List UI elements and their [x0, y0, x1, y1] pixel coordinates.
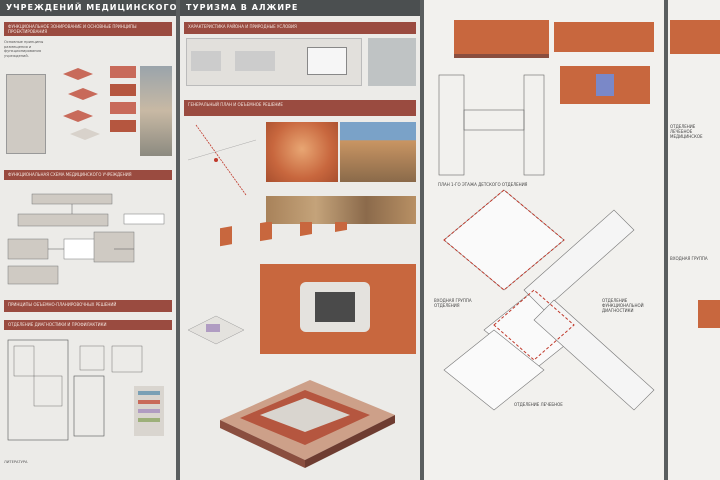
sheet-panel-2: ТУРИЗМА В АЛЖИРЕ ХАРАКТЕРИСТИКА РАЙОНА И…	[180, 0, 420, 480]
sheet-panel-3: ПЛАН 1-ГО ЭТАЖА ДЕТСКОГО ОТДЕЛЕНИЯ ВХОДН…	[424, 0, 664, 480]
photo-column	[6, 74, 46, 154]
site-plan	[260, 264, 416, 354]
sheet-panel-4: ОТДЕЛЕНИЕ ЛЕЧЕБНОЕ МЕДИЦИНСКОЕ ВХОДНАЯ Г…	[668, 0, 720, 480]
facade-color	[560, 66, 650, 104]
floor-plan-large	[443, 189, 655, 411]
axon-small	[186, 310, 246, 350]
site-photo	[368, 38, 416, 86]
functional-scheme	[7, 193, 165, 285]
label-right-1: ОТДЕЛЕНИЕ ЛЕЧЕБНОЕ МЕДИЦИНСКОЕ	[670, 124, 703, 139]
elevation-right	[670, 20, 720, 54]
label-right-2: ВХОДНАЯ ГРУППА	[670, 256, 708, 261]
region-map	[187, 124, 257, 196]
photo-strip	[266, 196, 416, 224]
label-entrance: ВХОДНАЯ ГРУППА ОТДЕЛЕНИЯ	[434, 298, 472, 308]
caption-text: ЛИТЕРАТУРА	[4, 460, 28, 464]
axonometric-diagram	[63, 68, 100, 140]
elevation-main	[454, 20, 549, 58]
elevation-side	[554, 22, 654, 52]
panel-2-header: ТУРИЗМА В АЛЖИРЕ	[180, 0, 420, 16]
facade-fragment	[698, 300, 720, 328]
city-map	[266, 122, 338, 182]
section-bar-4: ОТДЕЛЕНИЕ ДИАГНОСТИКИ И ПРОФИЛАКТИКИ	[4, 320, 172, 330]
photo-grid	[140, 66, 172, 156]
flow-diagram	[186, 38, 362, 86]
detail-plans	[7, 339, 164, 441]
swatch-column	[110, 66, 136, 156]
section-bar-6: ГЕНЕРАЛЬНЫЙ ПЛАН И ОБЪЕМНОЕ РЕШЕНИЕ	[184, 100, 416, 116]
section-bar-1: ФУНКЦИОНАЛЬНОЕ ЗОНИРОВАНИЕ И ОСНОВНЫЕ ПР…	[4, 22, 172, 36]
intro-text: Основные принципы размещения и функциони…	[4, 40, 44, 58]
landscape-photos	[340, 122, 416, 182]
label-diagnostics: ОТДЕЛЕНИЕ ФУНКЦИОНАЛЬНОЙ ДИАГНОСТИКИ	[602, 298, 644, 313]
label-treatment: ОТДЕЛЕНИЕ ЛЕЧЕБНОЕ	[514, 402, 563, 407]
section-bar-3: ПРИНЦИПЫ ОБЪЕМНО-ПЛАНИРОВОЧНЫХ РЕШЕНИЙ	[4, 300, 172, 312]
section-bar-2: ФУНКЦИОНАЛЬНАЯ СХЕМА МЕДИЦИНСКОГО УЧРЕЖД…	[4, 170, 172, 180]
axonometric-view	[220, 380, 395, 468]
panel-1-header: УЧРЕЖДЕНИЙ МЕДИЦИНСКОГО	[0, 0, 176, 16]
sheet-panel-1: УЧРЕЖДЕНИЙ МЕДИЦИНСКОГО ФУНКЦИОНАЛЬНОЕ З…	[0, 0, 176, 480]
section-bar-5: ХАРАКТЕРИСТИКА РАЙОНА И ПРИРОДНЫЕ УСЛОВИ…	[184, 22, 416, 34]
climate-blocks	[220, 222, 347, 247]
